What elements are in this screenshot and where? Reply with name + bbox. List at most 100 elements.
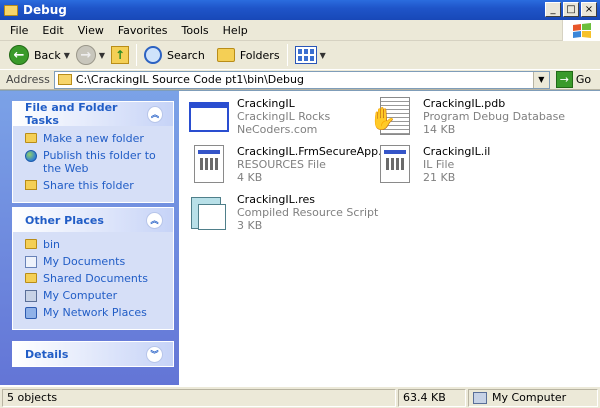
task-make-new-folder[interactable]: Make a new folder [25,132,165,145]
address-input[interactable]: C:\CrackingIL Source Code pt1\bin\Debug … [53,70,550,89]
menu-bar: File Edit View Favorites Tools Help [0,20,600,41]
panel-title: File and Folder Tasks [25,101,118,127]
file-name: CrackingIL.res [237,193,316,206]
address-dropdown-button[interactable]: ▼ [532,71,549,88]
menu-tools[interactable]: Tools [175,24,216,37]
menu-file[interactable]: File [0,24,35,37]
other-places-panel: Other Places ︽ bin My Documents Shared D… [12,207,174,330]
panel-header[interactable]: Other Places ︽ [13,208,173,232]
status-object-count: 5 objects [2,388,396,407]
hand-cursor-icon: ✋ [369,107,397,132]
expand-icon[interactable]: ︾ [146,345,163,363]
file-item[interactable]: CrackingIL CrackingIL Rocks NeCoders.com [189,97,330,137]
forward-arrow-icon: → [75,45,96,65]
place-my-computer[interactable]: My Computer [25,289,165,302]
file-size: 3 KB [237,219,263,232]
chevron-down-icon[interactable]: ▼ [64,51,70,60]
panel-header[interactable]: File and Folder Tasks ︽ [13,101,173,127]
collapse-icon[interactable]: ︽ [146,105,163,123]
address-value: C:\CrackingIL Source Code pt1\bin\Debug [75,73,304,86]
menu-edit[interactable]: Edit [35,24,70,37]
folder-icon [57,74,72,85]
panel-title: Other Places [25,213,104,227]
status-location: My Computer [468,388,598,407]
up-folder-icon: ↑ [111,46,130,64]
folders-button[interactable]: Folders [214,43,283,67]
toolbar: ← Back ▼ → ▼ ↑ Search Folders ▼ [0,41,600,69]
search-icon [144,46,163,64]
status-bar: 5 objects 63.4 KB My Computer [0,386,600,408]
toolbar-separator [286,44,288,66]
il-file-icon [380,145,410,183]
task-publish-folder[interactable]: Publish this folder to the Web [25,149,165,175]
status-size: 63.4 KB [398,388,466,407]
chevron-down-icon[interactable]: ▼ [320,51,326,60]
minimize-button[interactable]: _ [545,2,561,17]
address-bar: Address C:\CrackingIL Source Code pt1\bi… [0,69,600,90]
forward-button[interactable]: → ▼ [73,43,108,67]
menu-view[interactable]: View [71,24,111,37]
place-my-network-places[interactable]: My Network Places [25,306,165,319]
title-bar[interactable]: Debug _ □ × [0,0,600,20]
menu-help[interactable]: Help [216,24,255,37]
file-item[interactable]: CrackingIL.il IL File 21 KB [375,145,490,185]
search-label: Search [167,48,205,62]
folder-icon [4,4,18,16]
task-label: Publish this folder to the Web [43,149,156,175]
file-description: CrackingIL Rocks [237,110,331,123]
application-window-icon [189,102,229,132]
globe-icon [25,150,37,162]
windows-logo-icon [562,20,600,41]
file-name: CrackingIL.il [423,145,491,158]
details-panel: Details ︾ [12,341,174,367]
file-name: CrackingIL [237,97,295,110]
file-item[interactable]: CrackingIL.res Compiled Resource Script … [189,193,378,233]
my-documents-icon [25,256,37,268]
search-button[interactable]: Search [141,43,208,67]
place-my-documents[interactable]: My Documents [25,255,165,268]
views-button[interactable]: ▼ [292,43,329,67]
task-label: Share this folder [43,179,134,192]
chevron-down-icon[interactable]: ▼ [99,51,105,60]
file-item[interactable]: ✋ CrackingIL.pdb Program Debug Database … [369,97,566,137]
go-button[interactable]: → Go [555,71,592,88]
folders-label: Folders [239,48,280,62]
resources-file-icon [194,145,224,183]
menu-favorites[interactable]: Favorites [111,24,175,37]
file-name: CrackingIL.pdb [423,97,506,110]
file-size: 14 KB [423,123,456,136]
collapse-icon[interactable]: ︽ [146,211,163,229]
new-folder-icon [25,133,37,143]
back-button[interactable]: ← Back ▼ [6,43,73,67]
go-label: Go [575,73,592,86]
place-label: My Network Places [43,306,147,319]
shared-folder-icon [25,273,37,283]
place-label: My Computer [43,289,118,302]
place-label: bin [43,238,61,251]
task-share-folder[interactable]: Share this folder [25,179,165,192]
maximize-button[interactable]: □ [563,2,579,17]
file-type: Program Debug Database [423,110,566,123]
window-title: Debug [23,3,67,17]
place-bin[interactable]: bin [25,238,165,251]
go-arrow-icon: → [555,71,573,88]
status-location-label: My Computer [492,391,567,404]
folders-icon [216,48,235,62]
place-shared-documents[interactable]: Shared Documents [25,272,165,285]
task-label: Make a new folder [43,132,144,145]
file-list: CrackingIL CrackingIL Rocks NeCoders.com… [185,91,600,385]
close-button[interactable]: × [581,2,597,17]
computer-icon [25,290,37,302]
panel-title: Details [25,347,69,361]
file-company: NeCoders.com [237,123,318,136]
views-icon [294,46,317,64]
network-icon [25,307,37,319]
up-folder-button[interactable]: ↑ [108,43,132,67]
file-type: Compiled Resource Script [237,206,379,219]
file-size: 21 KB [423,171,456,184]
back-arrow-icon: ← [9,45,29,65]
place-label: Shared Documents [43,272,148,285]
panel-header[interactable]: Details ︾ [13,342,173,366]
content-area: File and Folder Tasks ︽ Make a new folde… [0,90,600,386]
toolbar-separator [136,44,138,66]
